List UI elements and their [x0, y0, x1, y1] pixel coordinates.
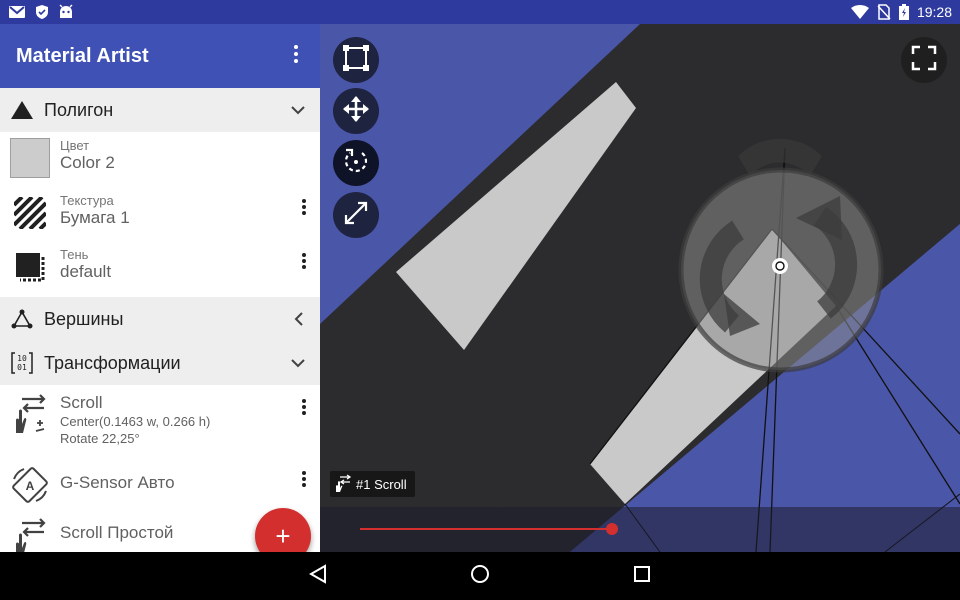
auto-rotate-icon: A [10, 465, 50, 505]
transform-title: Scroll [60, 393, 103, 412]
texture-more-icon[interactable] [294, 191, 314, 223]
chevron-left-icon[interactable] [276, 297, 320, 341]
section-vertices[interactable]: Вершины [0, 297, 320, 341]
transform-more-icon[interactable] [294, 463, 314, 495]
resize-icon [342, 199, 370, 232]
add-icon: + [275, 520, 291, 551]
battery-charging-icon [898, 4, 909, 20]
color-swatch-icon [10, 138, 50, 178]
app-title: Material Artist [16, 44, 149, 67]
move-tool[interactable] [333, 88, 379, 134]
texture-value: Бумага 1 [60, 208, 130, 227]
select-bounds-tool[interactable] [333, 37, 379, 83]
home-button[interactable] [456, 552, 504, 600]
vertices-icon [10, 307, 34, 331]
pivot-point-icon[interactable] [772, 258, 788, 274]
chevron-down-icon[interactable] [276, 341, 320, 385]
shadow-icon [10, 247, 50, 287]
color-value: Color 2 [60, 153, 115, 172]
texture-caption: Текстура [60, 193, 114, 208]
section-vertices-label: Вершины [44, 308, 124, 329]
overflow-menu-button[interactable] [272, 32, 320, 80]
resize-tool[interactable] [333, 192, 379, 238]
transform-item-scroll[interactable]: Scroll Center(0.1463 w, 0.266 h) Rotate … [0, 385, 320, 461]
section-polygon-label: Полигон [44, 99, 114, 120]
section-transforms[interactable]: 10 01 Трансформации [0, 341, 320, 385]
fullscreen-button[interactable] [901, 37, 947, 83]
timeline-thumb[interactable] [606, 523, 618, 535]
chevron-down-icon[interactable] [276, 88, 320, 132]
transform-more-icon[interactable] [294, 391, 314, 423]
timeline-progress[interactable] [360, 528, 612, 530]
move-icon [342, 95, 370, 128]
wifi-icon [850, 5, 869, 19]
rotate-icon [342, 147, 370, 180]
transform-title: G-Sensor Авто [60, 473, 175, 492]
back-icon [308, 563, 327, 589]
more-vert-icon [294, 44, 298, 68]
app-bar: Material Artist [0, 24, 320, 88]
color-caption: Цвет [60, 138, 90, 153]
canvas-scene [320, 24, 960, 552]
status-bar: 19:28 [0, 0, 960, 24]
select-bounds-icon [342, 44, 370, 77]
rotate-tool[interactable] [333, 140, 379, 186]
scroll-gesture-icon [10, 393, 50, 433]
active-layer-label: #1 Scroll [330, 471, 415, 497]
android-icon [58, 4, 74, 20]
section-transforms-label: Трансформации [44, 352, 181, 373]
polygon-texture-row[interactable]: Текстура Бумага 1 [0, 188, 320, 242]
svg-text:01: 01 [17, 363, 27, 372]
triangle-icon [10, 98, 34, 122]
shadow-caption: Тень [60, 247, 89, 262]
scroll-gesture-icon [334, 473, 352, 495]
layer-properties-panel: Material Artist Полигон Цвет Color 2 Тек… [0, 24, 320, 552]
fullscreen-icon [911, 45, 937, 76]
transform-rotate: Rotate 22,25° [60, 431, 140, 446]
svg-text:A: A [26, 479, 35, 493]
clock: 19:28 [916, 4, 952, 20]
section-polygon[interactable]: Полигон [0, 88, 320, 132]
active-layer-name: #1 Scroll [356, 476, 407, 492]
transform-title: Scroll Простой [60, 523, 174, 542]
polygon-shadow-row[interactable]: Тень default [0, 242, 320, 297]
transform-item-gsensor[interactable]: A G-Sensor Авто [0, 461, 320, 513]
binary-matrix-icon: 10 01 [10, 351, 34, 375]
scroll-gesture-icon [10, 517, 50, 552]
hatch-texture-icon [10, 193, 50, 233]
navigation-bar [0, 552, 960, 600]
svg-text:10: 10 [17, 354, 27, 363]
recents-icon [633, 565, 651, 588]
no-sim-icon [877, 4, 891, 20]
drawing-canvas[interactable]: #1 Scroll [320, 24, 960, 552]
recents-button[interactable] [618, 552, 666, 600]
shadow-more-icon[interactable] [294, 245, 314, 277]
transform-center: Center(0.1463 w, 0.266 h) [60, 414, 211, 429]
shadow-value: default [60, 262, 112, 281]
shield-icon [34, 4, 50, 20]
mail-icon [8, 4, 26, 20]
polygon-color-row[interactable]: Цвет Color 2 [0, 132, 320, 188]
back-button[interactable] [294, 552, 342, 600]
home-icon [470, 564, 490, 589]
